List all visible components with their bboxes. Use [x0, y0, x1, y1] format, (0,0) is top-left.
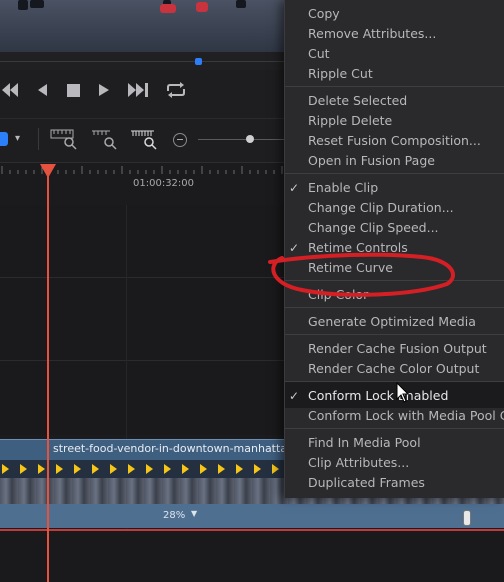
frame-marker-icon	[272, 464, 279, 474]
menu-item[interactable]: Cut	[308, 46, 330, 61]
play-icon	[99, 84, 109, 96]
loop-icon	[167, 82, 185, 98]
frame-marker-icon	[38, 464, 45, 474]
mouse-cursor-icon	[396, 382, 410, 403]
stop-icon	[66, 83, 80, 97]
menu-item[interactable]: Clip Attributes...	[308, 455, 409, 470]
frame-marker-icon	[164, 464, 171, 474]
frame-marker-icon	[236, 464, 243, 474]
menu-item[interactable]: Change Clip Speed...	[308, 220, 439, 235]
menu-item[interactable]: Conform Lock with Media Pool Cl	[308, 408, 504, 423]
menu-item[interactable]: Change Clip Duration...	[308, 200, 454, 215]
menu-item[interactable]: Ripple Delete	[308, 113, 392, 128]
skip-to-start-button[interactable]	[0, 80, 20, 100]
skip-start-icon	[2, 83, 18, 97]
zoom-custom-icon	[131, 130, 157, 150]
scrub-track	[0, 61, 284, 62]
play-button[interactable]	[96, 80, 112, 100]
menu-separator	[285, 307, 504, 308]
checkmark-icon: ✓	[289, 389, 300, 403]
stop-button[interactable]	[64, 80, 82, 100]
annotation-circle	[268, 252, 455, 297]
frame-marker-icon	[56, 464, 63, 474]
speed-dropdown-icon[interactable]: ▼	[191, 509, 197, 518]
frame-marker-icon	[20, 464, 27, 474]
menu-item[interactable]: Reset Fusion Composition...	[308, 133, 481, 148]
menu-item[interactable]: Ripple Cut	[308, 66, 373, 81]
menu-item[interactable]: Conform Lock Enabled	[308, 388, 448, 403]
reverse-play-button[interactable]	[34, 80, 50, 100]
speed-percentage: 28%	[163, 510, 186, 521]
menu-item[interactable]: Generate Optimized Media	[308, 314, 476, 329]
zoom-slider-thumb[interactable]	[246, 135, 254, 143]
zoom-out-button[interactable]	[173, 133, 187, 147]
timeline-playhead[interactable]	[47, 170, 49, 582]
menu-item[interactable]: Duplicated Frames	[308, 475, 425, 490]
zoom-full-icon	[50, 129, 77, 150]
skip-end-icon	[128, 83, 148, 97]
empty-track-area[interactable]	[0, 531, 504, 582]
zoom-full-button[interactable]	[50, 128, 78, 154]
chevron-down-icon[interactable]: ▾	[15, 133, 20, 144]
menu-separator	[285, 334, 504, 335]
minus-icon	[177, 139, 183, 140]
snap-toggle[interactable]	[0, 132, 8, 146]
toolbar-divider	[38, 128, 39, 150]
menu-item[interactable]: Open in Fusion Page	[308, 153, 435, 168]
frame-marker-icon	[92, 464, 99, 474]
zoom-slider-track[interactable]	[198, 139, 284, 140]
frame-marker-icon	[110, 464, 117, 474]
playhead-handle[interactable]	[40, 164, 56, 178]
viewer-playhead-marker[interactable]	[195, 58, 202, 65]
retime-speed-bar[interactable]	[0, 504, 504, 528]
track-divider	[0, 360, 284, 361]
frame-marker-icon	[74, 464, 81, 474]
video-viewer[interactable]	[0, 0, 284, 52]
clip-name: street-food-vendor-in-downtown-manhatta	[53, 442, 288, 455]
checkmark-icon: ✓	[289, 181, 300, 195]
frame-marker-icon	[200, 464, 207, 474]
frame-marker-icon	[182, 464, 189, 474]
frame-marker-icon	[2, 464, 9, 474]
menu-item[interactable]: Delete Selected	[308, 93, 407, 108]
reverse-play-icon	[38, 84, 47, 96]
retime-handle[interactable]	[463, 510, 471, 526]
loop-button[interactable]	[164, 80, 188, 100]
menu-item[interactable]: Remove Attributes...	[308, 26, 436, 41]
frame-marker-icon	[218, 464, 225, 474]
menu-separator	[285, 173, 504, 174]
menu-item[interactable]: Render Cache Fusion Output	[308, 341, 487, 356]
menu-separator	[285, 86, 504, 87]
zoom-detail-icon	[92, 130, 117, 150]
menu-item[interactable]: Enable Clip	[308, 180, 378, 195]
menu-separator	[285, 428, 504, 429]
menu-item[interactable]: Copy	[308, 6, 340, 21]
ruler-timecode: 01:00:32:00	[133, 178, 195, 189]
frame-marker-icon	[128, 464, 135, 474]
menu-separator	[285, 381, 504, 382]
zoom-detail-button[interactable]	[90, 128, 118, 154]
track-divider	[0, 277, 284, 278]
menu-item[interactable]: Render Cache Color Output	[308, 361, 479, 376]
skip-to-end-button[interactable]	[126, 80, 150, 100]
frame-marker-icon	[146, 464, 153, 474]
zoom-custom-button[interactable]	[130, 128, 158, 154]
menu-item[interactable]: Find In Media Pool	[308, 435, 421, 450]
frame-marker-icon	[254, 464, 261, 474]
